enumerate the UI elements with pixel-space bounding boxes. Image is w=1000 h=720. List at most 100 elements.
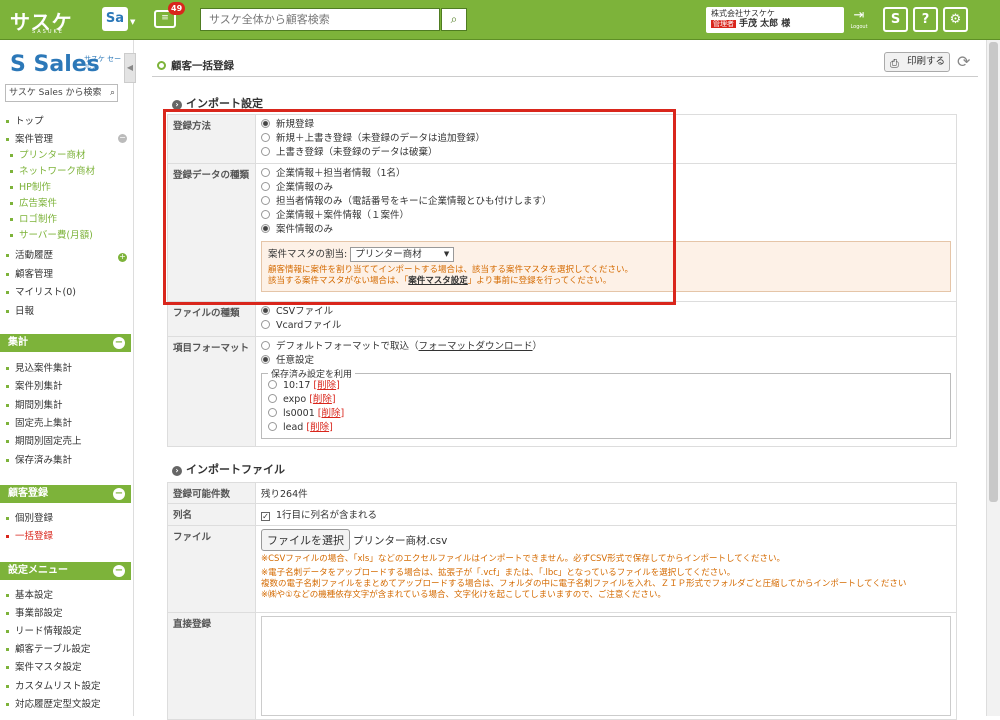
- saved-settings-fieldset: 保存済み設定を利用 10:17 [削除] expo [削除] ls0001 [削…: [261, 367, 951, 439]
- sidebar-item-logo[interactable]: ロゴ制作: [10, 211, 57, 225]
- title-divider: [152, 76, 978, 77]
- logout-label: Logout: [850, 24, 868, 30]
- radio-vcard[interactable]: Vcardファイル: [261, 319, 951, 333]
- search-icon[interactable]: ⌕: [441, 8, 467, 31]
- sidebar-item-individual-reg[interactable]: 個別登録: [6, 510, 53, 524]
- refresh-icon[interactable]: ⟳: [957, 52, 970, 71]
- colname-text: 1行目に列名が含まれる: [276, 510, 378, 521]
- sidebar-item-activity[interactable]: 活動履歴: [6, 247, 53, 261]
- minus-icon[interactable]: −: [113, 565, 125, 577]
- delete-label[interactable]: 削除: [310, 422, 329, 433]
- radio-icon[interactable]: [261, 306, 270, 315]
- delete-label[interactable]: 削除: [317, 380, 336, 391]
- sidebar-item-mylist[interactable]: マイリスト(0): [6, 284, 76, 298]
- sidebar-item-custom-list[interactable]: カスタムリスト設定: [6, 678, 101, 692]
- minus-icon[interactable]: −: [113, 488, 125, 500]
- app-switcher-label: Sa: [105, 11, 125, 26]
- saved-item-label: lead: [283, 422, 304, 433]
- top-header: サスケ SASUKE Sa ▼ ≡ 49 サスケ全体から顧客検索 ⌕ 株式会社サス…: [0, 0, 1000, 40]
- count-label: 登録可能件数: [167, 482, 256, 504]
- saved-item[interactable]: lead [削除]: [268, 421, 944, 435]
- user-name: 手茂 太郎 様: [739, 19, 791, 29]
- app-switcher-button[interactable]: Sa: [102, 7, 128, 31]
- caret-down-icon[interactable]: ▼: [130, 18, 135, 26]
- choose-file-button[interactable]: ファイルを選択: [261, 529, 350, 551]
- saved-item[interactable]: ls0001 [削除]: [268, 407, 944, 421]
- logout-icon: ⇥: [853, 8, 865, 23]
- saved-item[interactable]: 10:17 [削除]: [268, 379, 944, 393]
- delete-label[interactable]: 削除: [313, 394, 332, 405]
- radio-icon[interactable]: [268, 394, 277, 403]
- sidebar-item-top[interactable]: トップ: [6, 113, 44, 127]
- sidebar-section-settings[interactable]: 設定メニュー −: [0, 562, 131, 580]
- sidebar-item-by-period[interactable]: 期間別集計: [6, 397, 63, 411]
- sidebar-section-customer-reg[interactable]: 顧客登録 −: [0, 485, 131, 503]
- radio-icon[interactable]: [268, 380, 277, 389]
- sidebar-item-template[interactable]: 対応履歴定型文設定: [6, 696, 101, 710]
- direct-label: 直接登録: [167, 612, 256, 720]
- radio-csv[interactable]: CSVファイル: [261, 305, 951, 319]
- sidebar-item-forecast[interactable]: 見込案件集計: [6, 360, 72, 374]
- radio-icon[interactable]: [261, 355, 270, 364]
- radio-icon[interactable]: [261, 341, 270, 350]
- radio-icon[interactable]: [268, 408, 277, 417]
- sidebar-item-deals[interactable]: 案件管理: [6, 131, 53, 145]
- delete-link[interactable]: [削除]: [313, 380, 339, 391]
- sidebar-search-placeholder: サスケ Sales から検索: [9, 88, 102, 98]
- sidebar-item-customer-table[interactable]: 顧客テーブル設定: [6, 641, 90, 655]
- search-icon[interactable]: ⌕: [110, 85, 115, 101]
- delete-link[interactable]: [削除]: [309, 394, 335, 405]
- page-title-text: 顧客一括登録: [171, 60, 234, 72]
- direct-input[interactable]: [261, 616, 951, 716]
- sidebar-item-division[interactable]: 事業部設定: [6, 605, 63, 619]
- sidebar-search-input[interactable]: サスケ Sales から検索 ⌕: [5, 84, 118, 102]
- delete-link[interactable]: [削除]: [306, 422, 332, 433]
- checkbox-colname[interactable]: ✓: [261, 512, 270, 521]
- format-label: 項目フォーマット: [167, 336, 256, 447]
- file-warning-4: ※㈱や①などの機種依存文字が含まれている場合、文字化けを起こしてしまいますので、…: [261, 590, 666, 600]
- minus-icon[interactable]: −: [113, 337, 125, 349]
- sidebar-item-customers[interactable]: 顧客管理: [6, 266, 53, 280]
- sidebar-item-basic[interactable]: 基本設定: [6, 587, 53, 601]
- saved-settings-legend: 保存済み設定を利用: [268, 367, 356, 380]
- delete-label[interactable]: 削除: [322, 408, 341, 419]
- sidebar-item-server[interactable]: サーバー費(月額): [10, 227, 93, 241]
- print-button[interactable]: ⎙ 印刷する: [884, 52, 950, 72]
- sasuke-logo[interactable]: サスケ SASUKE: [10, 6, 73, 35]
- sidebar-item-daily[interactable]: 日報: [6, 303, 34, 317]
- title-bullet-icon: [157, 61, 166, 70]
- logout-button[interactable]: ⇥ Logout: [848, 8, 870, 32]
- collapse-icon[interactable]: −: [118, 134, 127, 143]
- sidebar-item-fixed-sales[interactable]: 固定売上集計: [6, 415, 72, 429]
- sales-logo[interactable]: S Sales サスケ セールス: [10, 52, 121, 77]
- notification-badge: 49: [168, 2, 186, 15]
- sidebar-collapse-button[interactable]: ◀: [124, 53, 136, 83]
- radio-custom-format[interactable]: 任意設定: [261, 354, 951, 368]
- sasuke-menu-icon[interactable]: S: [883, 7, 908, 32]
- scroll-thumb[interactable]: [989, 42, 998, 502]
- radio-icon[interactable]: [268, 422, 277, 431]
- sidebar-item-deal-master[interactable]: 案件マスタ設定: [6, 659, 82, 673]
- scrollbar[interactable]: [986, 40, 1000, 716]
- sidebar-item-period-fixed[interactable]: 期間別固定売上: [6, 433, 82, 447]
- sidebar-section-aggregate[interactable]: 集計 −: [0, 334, 131, 352]
- help-icon[interactable]: ?: [913, 7, 938, 32]
- radio-icon[interactable]: [261, 320, 270, 329]
- saved-item[interactable]: expo [削除]: [268, 393, 944, 407]
- radio-vcard-label: Vcardファイル: [276, 320, 342, 331]
- global-search-input[interactable]: サスケ全体から顧客検索: [200, 8, 440, 31]
- sidebar-item-ad[interactable]: 広告案件: [10, 195, 57, 209]
- format-download-link[interactable]: フォーマットダウンロード: [419, 341, 533, 352]
- sidebar-item-saved-agg[interactable]: 保存済み集計: [6, 452, 72, 466]
- sidebar-item-bulk-reg[interactable]: 一括登録: [6, 528, 53, 542]
- gear-icon[interactable]: ⚙: [943, 7, 968, 32]
- radio-default-format[interactable]: デフォルトフォーマットで取込（フォーマットダウンロード）: [261, 340, 951, 354]
- sidebar-item-network[interactable]: ネットワーク商材: [10, 163, 95, 177]
- expand-icon[interactable]: +: [118, 253, 127, 262]
- sidebar-item-printer[interactable]: プリンター商材: [10, 147, 86, 161]
- delete-link[interactable]: [削除]: [318, 408, 344, 419]
- sidebar-item-lead[interactable]: リード情報設定: [6, 623, 82, 637]
- sales-s-icon: S: [10, 52, 34, 77]
- sidebar-item-by-deal[interactable]: 案件別集計: [6, 378, 63, 392]
- sidebar-item-hp[interactable]: HP制作: [10, 179, 51, 193]
